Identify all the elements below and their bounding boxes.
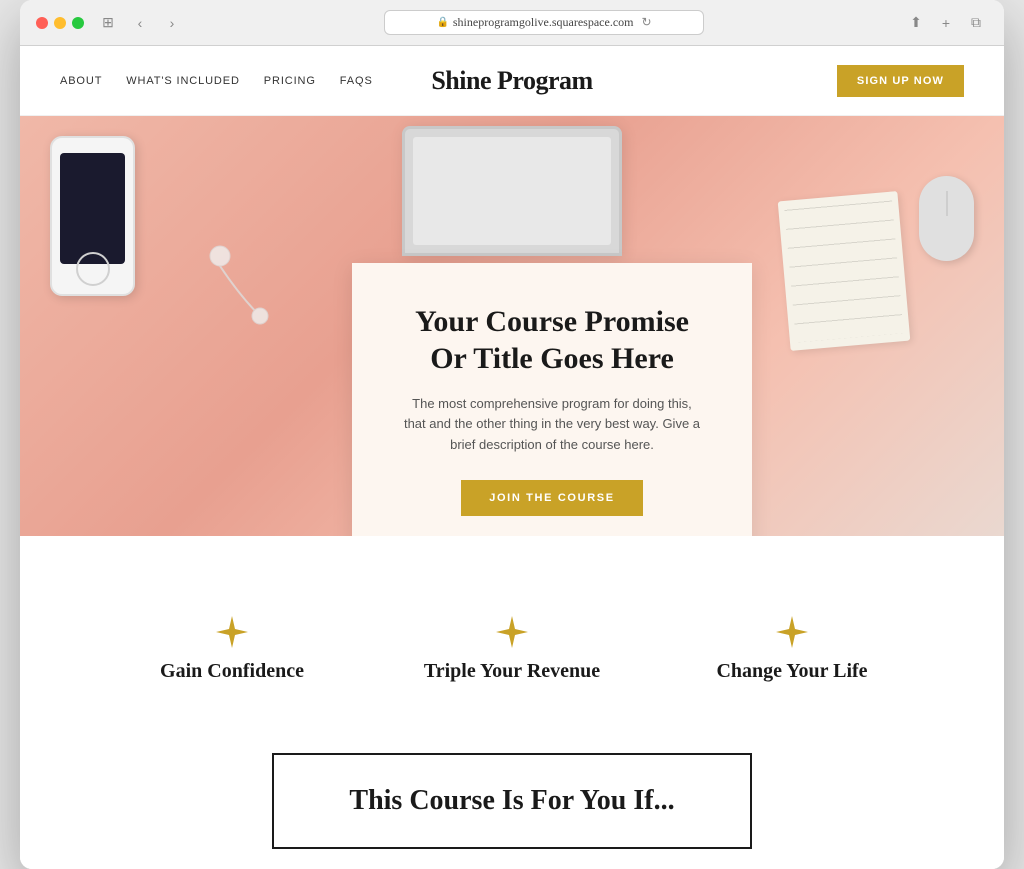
nav-link-faqs[interactable]: FAQS (340, 75, 373, 87)
course-for-title: This Course Is For You If... (334, 785, 690, 817)
lock-icon: 🔒 (436, 17, 448, 28)
tabs-button[interactable]: ⧉ (964, 11, 988, 35)
change-life-star-icon (776, 616, 808, 648)
forward-button[interactable]: › (160, 11, 184, 35)
hero-mouse-decoration (919, 176, 974, 261)
triple-revenue-label: Triple Your Revenue (392, 660, 632, 683)
hero-card: Your Course Promise Or Title Goes Here T… (352, 263, 752, 536)
feature-item-change-life: Change Your Life (652, 616, 932, 683)
site-logo[interactable]: Shine Program (431, 66, 592, 96)
address-bar-container: 🔒 shineprogramgolive.squarespace.com ↻ (196, 10, 892, 35)
triple-revenue-star-icon (496, 616, 528, 648)
new-tab-button[interactable]: + (934, 11, 958, 35)
traffic-light-red[interactable] (36, 17, 48, 29)
course-for-box: This Course Is For You If... (272, 753, 752, 849)
feature-item-gain-confidence: Gain Confidence (92, 616, 372, 683)
sidebar-toggle-button[interactable]: ⊞ (96, 11, 120, 35)
url-text: shineprogramgolive.squarespace.com (453, 15, 634, 30)
gain-confidence-star-icon (216, 616, 248, 648)
hero-section: Your Course Promise Or Title Goes Here T… (20, 116, 1004, 536)
browser-controls: ⊞ ‹ › (96, 11, 184, 35)
traffic-lights (36, 17, 84, 29)
page-content: ABOUT WHAT'S INCLUDED PRICING FAQS Shine… (20, 46, 1004, 869)
back-button[interactable]: ‹ (128, 11, 152, 35)
features-section: Gain Confidence Triple Your Revenue Chan… (20, 536, 1004, 723)
address-bar[interactable]: 🔒 shineprogramgolive.squarespace.com ↻ (384, 10, 704, 35)
browser-actions: ⬆ + ⧉ (904, 11, 988, 35)
feature-item-triple-revenue: Triple Your Revenue (372, 616, 652, 683)
hero-notebook-decoration (778, 191, 911, 351)
nav-link-about[interactable]: ABOUT (60, 75, 102, 87)
change-life-label: Change Your Life (672, 660, 912, 683)
browser-chrome: ⊞ ‹ › 🔒 shineprogramgolive.squarespace.c… (20, 0, 1004, 46)
share-button[interactable]: ⬆ (904, 11, 928, 35)
hero-laptop-decoration (402, 126, 622, 256)
traffic-light-yellow[interactable] (54, 17, 66, 29)
nav-link-pricing[interactable]: PRICING (264, 75, 316, 87)
hero-earbuds-decoration (200, 236, 300, 336)
hero-phone-decoration (50, 136, 135, 296)
join-course-button[interactable]: JOIN THE COURSE (461, 480, 643, 516)
reload-icon[interactable]: ↻ (642, 15, 652, 30)
hero-card-title: Your Course Promise Or Title Goes Here (400, 303, 704, 378)
bottom-section: This Course Is For You If... (20, 723, 1004, 869)
gain-confidence-label: Gain Confidence (112, 660, 352, 683)
hero-card-description: The most comprehensive program for doing… (400, 394, 704, 456)
nav-left: ABOUT WHAT'S INCLUDED PRICING FAQS (60, 75, 373, 87)
signup-button[interactable]: SIGN UP NOW (837, 65, 964, 97)
nav-link-whats-included[interactable]: WHAT'S INCLUDED (126, 75, 240, 87)
navbar: ABOUT WHAT'S INCLUDED PRICING FAQS Shine… (20, 46, 1004, 116)
browser-window: ⊞ ‹ › 🔒 shineprogramgolive.squarespace.c… (20, 0, 1004, 869)
traffic-light-green[interactable] (72, 17, 84, 29)
